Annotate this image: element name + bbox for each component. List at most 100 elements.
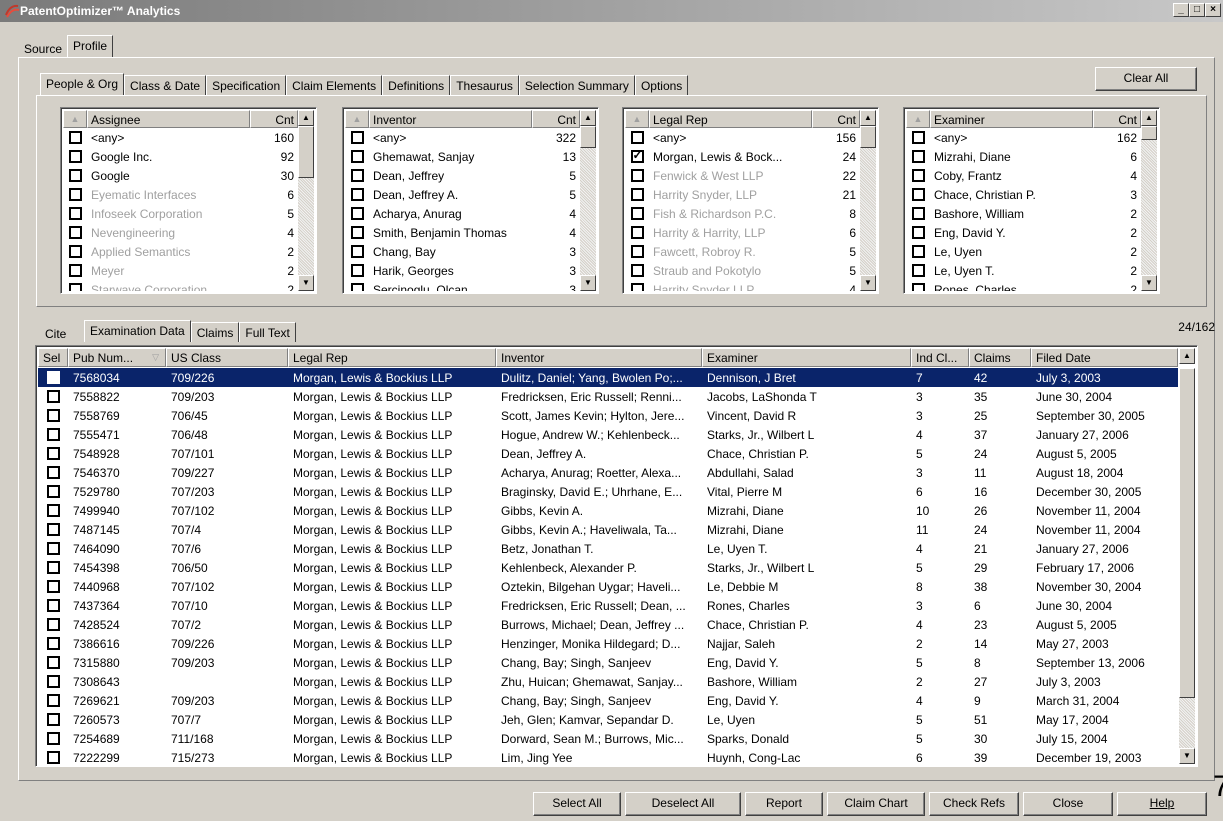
table-row[interactable]: 7269621 709/203 Morgan, Lewis & Bockius LL… bbox=[38, 691, 1178, 710]
list-item[interactable]: <any> 160 bbox=[63, 128, 298, 147]
row-select-checkbox[interactable] bbox=[38, 504, 68, 517]
list-item[interactable]: Le, Uyen T. 2 bbox=[906, 261, 1141, 280]
col-filed-date[interactable]: Filed Date bbox=[1031, 348, 1178, 367]
list-item[interactable]: Dean, Jeffrey A. 5 bbox=[345, 185, 580, 204]
tab-thesaurus[interactable]: Thesaurus bbox=[450, 75, 519, 95]
tab-definitions[interactable]: Definitions bbox=[382, 75, 451, 95]
checkbox-icon[interactable] bbox=[46, 447, 60, 460]
examiner-scrollbar[interactable]: ▲ ▼ bbox=[1141, 110, 1157, 291]
list-item[interactable]: Smith, Benjamin Thomas 4 bbox=[345, 223, 580, 242]
row-select-checkbox[interactable] bbox=[38, 371, 68, 384]
report-button[interactable]: Report bbox=[745, 792, 823, 816]
table-row[interactable]: 7546370 709/227 Morgan, Lewis & Bockius LL… bbox=[38, 463, 1178, 482]
scroll-down-icon[interactable]: ▼ bbox=[298, 275, 314, 291]
scroll-down-icon[interactable]: ▼ bbox=[580, 275, 596, 291]
row-select-checkbox[interactable] bbox=[38, 675, 68, 688]
list-item[interactable]: Morgan, Lewis & Bock... 24 bbox=[625, 147, 860, 166]
tab-people-org[interactable]: People & Org bbox=[40, 73, 125, 95]
scroll-down-icon[interactable]: ▼ bbox=[860, 275, 876, 291]
row-select-checkbox[interactable] bbox=[38, 390, 68, 403]
table-row[interactable]: 7568034 709/226 Morgan, Lewis & Bockius LL… bbox=[38, 368, 1178, 387]
checkbox-icon[interactable] bbox=[68, 264, 82, 277]
checkbox-icon[interactable] bbox=[46, 656, 60, 669]
list-item-checkbox[interactable] bbox=[625, 245, 649, 258]
row-select-checkbox[interactable] bbox=[38, 599, 68, 612]
checkbox-icon[interactable] bbox=[630, 283, 644, 291]
row-select-checkbox[interactable] bbox=[38, 428, 68, 441]
row-select-checkbox[interactable] bbox=[38, 542, 68, 555]
list-item[interactable]: Meyer 2 bbox=[63, 261, 298, 280]
row-select-checkbox[interactable] bbox=[38, 485, 68, 498]
row-select-checkbox[interactable] bbox=[38, 637, 68, 650]
table-row[interactable]: 7487145 707/4 Morgan, Lewis & Bockius LLP G… bbox=[38, 520, 1178, 539]
tab-specification[interactable]: Specification bbox=[206, 75, 287, 95]
list-item[interactable]: Chang, Bay 3 bbox=[345, 242, 580, 261]
col-ind-claims[interactable]: Ind Cl... bbox=[911, 348, 969, 367]
checkbox-icon[interactable] bbox=[911, 131, 925, 144]
list-item-checkbox[interactable] bbox=[906, 169, 930, 182]
checkbox-icon[interactable] bbox=[911, 150, 925, 163]
list-item[interactable]: Infoseek Corporation 5 bbox=[63, 204, 298, 223]
list-item-checkbox[interactable] bbox=[906, 226, 930, 239]
legal-rep-list[interactable]: ▲ Legal Rep Cnt <any> 156 Morgan, Lewis & … bbox=[622, 107, 879, 294]
list-item[interactable]: Acharya, Anurag 4 bbox=[345, 204, 580, 223]
list-item-checkbox[interactable] bbox=[625, 188, 649, 201]
checkbox-icon[interactable] bbox=[68, 150, 82, 163]
checkbox-icon[interactable] bbox=[911, 264, 925, 277]
list-item[interactable]: Dean, Jeffrey 5 bbox=[345, 166, 580, 185]
minimize-button[interactable]: _ bbox=[1173, 3, 1189, 17]
list-item[interactable]: Google 30 bbox=[63, 166, 298, 185]
checkbox-icon[interactable] bbox=[630, 245, 644, 258]
list-item-checkbox[interactable] bbox=[906, 188, 930, 201]
checkbox-icon[interactable] bbox=[46, 732, 60, 745]
checkbox-icon[interactable] bbox=[350, 188, 364, 201]
list-item-checkbox[interactable] bbox=[63, 226, 87, 239]
checkbox-icon[interactable] bbox=[46, 561, 60, 574]
table-row[interactable]: 7386616 709/226 Morgan, Lewis & Bockius LL… bbox=[38, 634, 1178, 653]
check-refs-button[interactable]: Check Refs bbox=[929, 792, 1019, 816]
col-examiner[interactable]: Examiner bbox=[702, 348, 911, 367]
list-item-checkbox[interactable] bbox=[625, 169, 649, 182]
table-row[interactable]: 7454398 706/50 Morgan, Lewis & Bockius LLP… bbox=[38, 558, 1178, 577]
checkbox-icon[interactable] bbox=[68, 131, 82, 144]
checkbox-icon[interactable] bbox=[350, 150, 364, 163]
scroll-up-icon[interactable]: ▲ bbox=[860, 110, 876, 126]
table-row[interactable]: 7254689 711/168 Morgan, Lewis & Bockius LL… bbox=[38, 729, 1178, 748]
inventor-header[interactable]: Inventor bbox=[369, 110, 532, 128]
checkbox-icon[interactable] bbox=[911, 245, 925, 258]
row-select-checkbox[interactable] bbox=[38, 732, 68, 745]
list-item[interactable]: Rones, Charles 2 bbox=[906, 280, 1141, 291]
list-item-checkbox[interactable] bbox=[625, 131, 649, 144]
list-item-checkbox[interactable] bbox=[906, 264, 930, 277]
list-item-checkbox[interactable] bbox=[625, 226, 649, 239]
checkbox-icon[interactable] bbox=[68, 283, 82, 291]
list-item-checkbox[interactable] bbox=[63, 150, 87, 163]
list-item-checkbox[interactable] bbox=[345, 245, 369, 258]
sort-icon[interactable]: ▲ bbox=[345, 110, 369, 128]
scroll-thumb[interactable] bbox=[1141, 126, 1157, 140]
list-item-checkbox[interactable] bbox=[345, 169, 369, 182]
scroll-thumb[interactable] bbox=[1179, 368, 1195, 698]
checkbox-icon[interactable] bbox=[68, 169, 82, 182]
checkbox-icon[interactable] bbox=[68, 245, 82, 258]
scroll-up-icon[interactable]: ▲ bbox=[1141, 110, 1157, 126]
close-button[interactable]: Close bbox=[1023, 792, 1113, 816]
list-item-checkbox[interactable] bbox=[345, 283, 369, 291]
list-item[interactable]: Google Inc. 92 bbox=[63, 147, 298, 166]
list-item[interactable]: <any> 156 bbox=[625, 128, 860, 147]
table-row[interactable]: 7529780 707/203 Morgan, Lewis & Bockius LL… bbox=[38, 482, 1178, 501]
list-item-checkbox[interactable] bbox=[63, 264, 87, 277]
list-item-checkbox[interactable] bbox=[906, 283, 930, 291]
checkbox-icon[interactable] bbox=[911, 226, 925, 239]
sort-icon[interactable]: ▲ bbox=[625, 110, 649, 128]
checkbox-icon[interactable] bbox=[350, 131, 364, 144]
col-us-class[interactable]: US Class bbox=[166, 348, 288, 367]
scroll-down-icon[interactable]: ▼ bbox=[1179, 748, 1195, 764]
checkbox-icon[interactable] bbox=[46, 580, 60, 593]
checkbox-icon[interactable] bbox=[46, 751, 60, 764]
scroll-up-icon[interactable]: ▲ bbox=[1179, 348, 1195, 364]
list-item-checkbox[interactable] bbox=[906, 245, 930, 258]
scroll-thumb[interactable] bbox=[580, 126, 596, 148]
list-item-checkbox[interactable] bbox=[63, 283, 87, 291]
list-item-checkbox[interactable] bbox=[63, 207, 87, 220]
